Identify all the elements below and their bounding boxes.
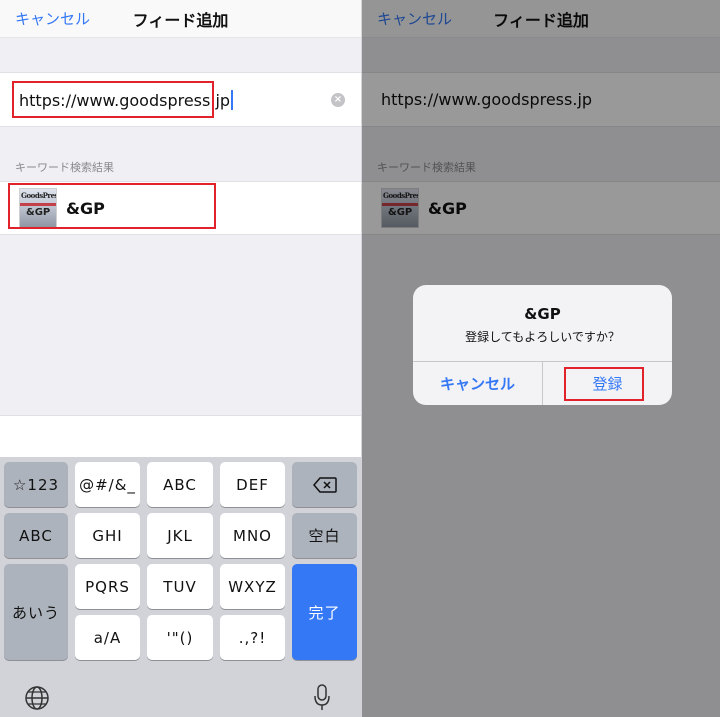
done-key[interactable]: 完了 — [292, 564, 357, 660]
backspace-icon — [312, 476, 337, 493]
url-input-value: https://www.goodspress.jp — [19, 91, 231, 110]
key-kana-mode[interactable]: あいう — [4, 564, 68, 660]
backspace-key[interactable] — [292, 462, 357, 507]
key-pqrs[interactable]: PQRS — [75, 564, 140, 609]
keyboard-accessory-bar — [0, 415, 361, 457]
url-field-row[interactable]: https://www.goodspress.jp × — [0, 72, 361, 127]
nav-bar: キャンセル フィード追加 — [0, 0, 361, 38]
text-caret — [231, 90, 234, 110]
key-abc-mode[interactable]: ABC — [4, 513, 68, 558]
space-key[interactable]: 空白 — [292, 513, 357, 558]
dialog-cancel-button[interactable]: キャンセル — [413, 362, 542, 405]
left-screen: キャンセル フィード追加 https://www.goodspress.jp ×… — [0, 0, 361, 717]
dialog-message: 登録してもよろしいですか？ — [465, 330, 620, 344]
key-def[interactable]: DEF — [220, 462, 285, 507]
globe-icon[interactable] — [24, 685, 50, 715]
key-punctuation[interactable]: .,?! — [220, 615, 285, 660]
page-title: フィード追加 — [132, 11, 229, 30]
key-jkl[interactable]: JKL — [147, 513, 213, 558]
section-header: キーワード検索結果 — [15, 161, 114, 174]
key-case-toggle[interactable]: a/A — [75, 615, 140, 660]
search-result-item[interactable]: GoodsPress &GP &GP — [0, 181, 361, 235]
clear-text-icon[interactable]: × — [331, 93, 345, 107]
confirm-dialog: &GP 登録してもよろしいですか？ キャンセル 登録 — [413, 285, 672, 405]
key-ghi[interactable]: GHI — [75, 513, 140, 558]
keyboard: ☆123 @#/&_ ABC DEF ABC GHI JKL MNO 空白 あい… — [0, 457, 361, 717]
key-symbol-punct[interactable]: @#/&_ — [75, 462, 140, 507]
right-screen: キャンセル フィード追加 https://www.goodspress.jp キ… — [362, 0, 720, 717]
key-abc[interactable]: ABC — [147, 462, 213, 507]
dialog-title: &GP — [524, 305, 561, 323]
dialog-register-button[interactable]: 登録 — [543, 362, 672, 405]
key-symbols[interactable]: ☆123 — [4, 462, 68, 507]
feed-thumbnail: GoodsPress &GP — [19, 188, 57, 228]
url-input[interactable]: https://www.goodspress.jp — [19, 90, 234, 110]
key-mno[interactable]: MNO — [220, 513, 285, 558]
result-label: &GP — [66, 199, 105, 218]
key-quotes-parens[interactable]: '"() — [147, 615, 213, 660]
microphone-icon[interactable] — [314, 684, 330, 716]
key-wxyz[interactable]: WXYZ — [220, 564, 285, 609]
key-tuv[interactable]: TUV — [147, 564, 213, 609]
